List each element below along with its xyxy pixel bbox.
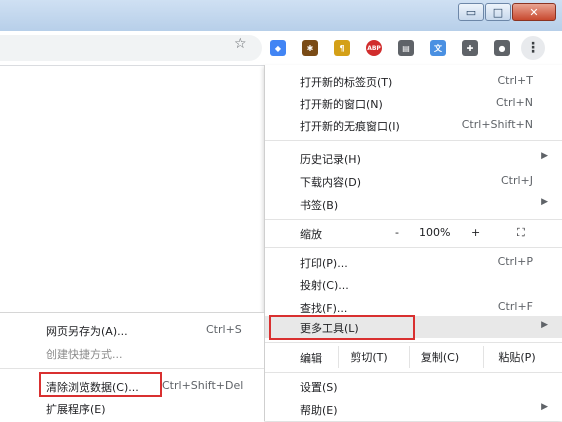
chrome-menu-button[interactable]: ⋮ — [521, 36, 545, 60]
menu-item-shortcut: Ctrl+F — [497, 300, 533, 313]
highlight-clear-browsing-data — [39, 372, 162, 397]
menu-item-shortcut: Ctrl+T — [497, 74, 533, 87]
more-tools-submenu: 网页另存为(A)... Ctrl+S 创建快捷方式... 清除浏览数据(C)..… — [0, 312, 264, 422]
submenu-arrow-icon: ▶ — [541, 320, 548, 330]
extensions-puzzle-icon[interactable]: ✚ — [462, 40, 478, 56]
menu-item-cast[interactable]: 投射(C)... — [265, 273, 562, 295]
menu-item-edit: 编辑 剪切(T) 复制(C) 粘贴(P) — [265, 346, 562, 368]
submenu-item-extensions[interactable]: 扩展程序(E) — [0, 397, 264, 419]
menu-item-label: 扩展程序(E) — [46, 403, 106, 416]
address-bar[interactable] — [0, 35, 262, 61]
menu-item-label: 打开新的窗口(N) — [300, 98, 383, 111]
google-apps-extension-icon[interactable]: ◆ — [270, 40, 286, 56]
submenu-item-create-shortcut[interactable]: 创建快捷方式... — [0, 342, 264, 364]
chrome-main-menu: 打开新的标签页(T) Ctrl+T 打开新的窗口(N) Ctrl+N 打开新的无… — [264, 65, 562, 421]
menu-item-label: 投射(C)... — [300, 279, 349, 292]
menu-item-zoom: 缩放 - 100% + ⛶ — [265, 222, 562, 244]
menu-item-label: 打开新的标签页(T) — [300, 76, 393, 89]
menu-item-settings[interactable]: 设置(S) — [265, 375, 562, 397]
fullscreen-icon[interactable]: ⛶ — [517, 226, 525, 240]
menu-item-downloads[interactable]: 下载内容(D) Ctrl+J — [265, 170, 562, 192]
copy-button[interactable]: 复制(C) — [409, 346, 470, 368]
zoom-level: 100% — [419, 226, 451, 239]
menu-item-new-incognito-window[interactable]: 打开新的无痕窗口(I) Ctrl+Shift+N — [265, 114, 562, 136]
menu-item-shortcut: Ctrl+N — [495, 96, 533, 109]
menu-divider — [265, 342, 562, 343]
submenu-arrow-icon: ▶ — [541, 197, 548, 207]
menu-item-label: 缩放 — [300, 228, 322, 241]
menu-item-label: 网页另存为(A)... — [46, 325, 128, 338]
menu-divider — [265, 247, 562, 248]
menu-item-label: 编辑 — [300, 352, 322, 365]
profile-avatar-icon[interactable]: ● — [494, 40, 510, 56]
menu-item-shortcut: Ctrl+Shift+N — [461, 118, 533, 131]
menu-item-label: 书签(B) — [300, 199, 339, 212]
paste-button[interactable]: 粘贴(P) — [483, 346, 550, 368]
minimize-button[interactable]: ▭ — [458, 3, 484, 21]
menu-item-label: 帮助(E) — [300, 404, 338, 417]
menu-divider — [265, 140, 562, 141]
submenu-item-save-page-as[interactable]: 网页另存为(A)... Ctrl+S — [0, 319, 264, 341]
menu-item-print[interactable]: 打印(P)... Ctrl+P — [265, 251, 562, 273]
translate-extension-icon[interactable]: 文 — [430, 40, 446, 56]
bookmark-star-icon[interactable]: ☆ — [234, 36, 247, 52]
menu-item-label: 创建快捷方式... — [46, 348, 123, 361]
menu-item-new-tab[interactable]: 打开新的标签页(T) Ctrl+T — [265, 70, 562, 92]
menu-item-help[interactable]: 帮助(E) ▶ — [265, 398, 562, 420]
menu-item-shortcut: Ctrl+P — [497, 255, 533, 268]
highlight-more-tools — [269, 315, 415, 340]
menu-item-bookmarks[interactable]: 书签(B) ▶ — [265, 193, 562, 215]
close-button[interactable]: ✕ — [512, 3, 556, 21]
menu-item-label: 打开新的无痕窗口(I) — [300, 120, 400, 133]
paragraph-extension-icon[interactable]: ¶ — [334, 40, 350, 56]
maximize-button[interactable]: □ — [485, 3, 511, 21]
zoom-out-button[interactable]: - — [395, 226, 399, 239]
adblock-plus-icon[interactable]: ABP — [366, 40, 382, 56]
menu-item-shortcut: Ctrl+J — [500, 174, 533, 187]
menu-item-history[interactable]: 历史记录(H) ▶ — [265, 147, 562, 169]
submenu-arrow-icon: ▶ — [541, 151, 548, 161]
menu-item-shortcut: Ctrl+Shift+Del — [162, 379, 244, 392]
menu-item-label: 查找(F)... — [300, 302, 348, 315]
submenu-arrow-icon: ▶ — [541, 402, 548, 412]
menu-item-label: 历史记录(H) — [300, 153, 361, 166]
menu-item-new-window[interactable]: 打开新的窗口(N) Ctrl+N — [265, 92, 562, 114]
cut-button[interactable]: 剪切(T) — [338, 346, 399, 368]
window-title-bar: ▭ □ ✕ — [0, 0, 562, 31]
menu-divider — [0, 368, 264, 369]
menu-item-label: 设置(S) — [300, 381, 338, 394]
window-controls: ▭ □ ✕ — [458, 3, 556, 21]
reader-extension-icon[interactable]: ▤ — [398, 40, 414, 56]
menu-item-label: 下载内容(D) — [300, 176, 362, 189]
puzzle-robot-extension-icon[interactable]: ✱ — [302, 40, 318, 56]
browser-toolbar: ☆ ◆ ✱ ¶ ABP ▤ 文 ✚ ● ⋮ — [0, 31, 562, 66]
menu-item-label: 打印(P)... — [300, 257, 348, 270]
menu-item-shortcut: Ctrl+S — [206, 323, 242, 336]
menu-divider — [265, 372, 562, 373]
zoom-in-button[interactable]: + — [471, 226, 480, 239]
menu-divider — [265, 219, 562, 220]
